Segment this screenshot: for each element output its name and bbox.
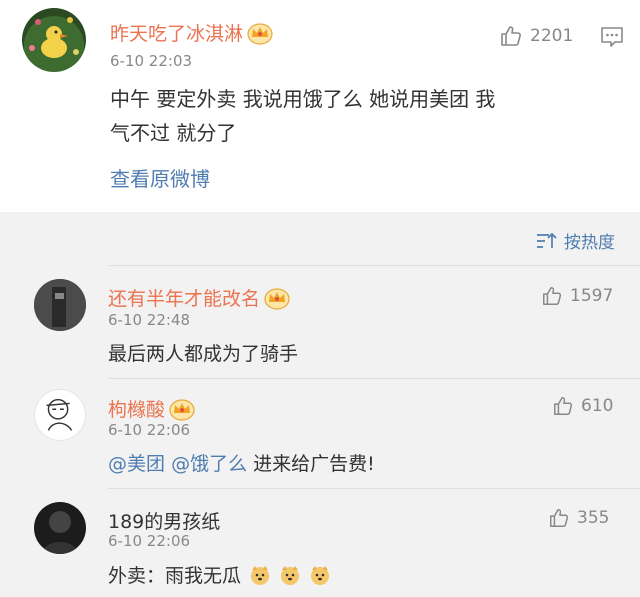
like-button[interactable]: 355 (548, 507, 609, 529)
like-count: 610 (581, 396, 614, 416)
crown-icon (247, 22, 273, 45)
thumbs-up-icon (554, 397, 573, 415)
reply-username[interactable]: 189的男孩纸 (108, 507, 220, 534)
like-count: 1597 (570, 286, 614, 306)
thumbs-up-icon (550, 509, 569, 527)
reply-username[interactable]: 枸橼酸 (108, 395, 195, 422)
avatar-photo-icon (42, 511, 78, 554)
duck-avatar-icon (29, 17, 79, 58)
sort-icon (537, 232, 557, 248)
doge-emoji-icon (251, 566, 270, 585)
sort-by-hot-button[interactable]: 按热度 (535, 228, 615, 253)
reply-text: 最后两人都成为了骑手 (108, 343, 299, 365)
reply-text: 外卖：雨我无瓜 (108, 559, 331, 593)
avatar[interactable] (22, 8, 86, 72)
thumbs-up-icon (501, 26, 521, 46)
comment-time: 6-10 22:03 (110, 52, 193, 70)
crown-icon (169, 398, 195, 421)
replies-section: 按热度 (0, 212, 640, 597)
crown-icon (264, 287, 290, 310)
reply-time: 6-10 22:48 (108, 311, 191, 329)
main-comment-card: 昨天吃了冰淇淋 6-10 22:03 2201 中午 要定外卖 我说用饿了么 她… (0, 0, 640, 212)
avatar[interactable] (34, 389, 86, 441)
reply-time: 6-10 22:06 (108, 421, 191, 439)
divider (108, 488, 640, 489)
divider (108, 378, 640, 379)
doge-emoji-icon (311, 566, 330, 585)
like-count: 355 (577, 508, 610, 528)
avatar[interactable] (34, 502, 86, 554)
divider (108, 265, 640, 266)
thumbs-up-icon (543, 287, 562, 305)
like-button[interactable]: 2201 (499, 24, 573, 48)
reply-text: @美团 @饿了么 进来给广告费! (108, 447, 375, 481)
doge-emoji-icon (281, 566, 300, 585)
sort-label: 按热度 (564, 233, 615, 253)
reply-time: 6-10 22:06 (108, 532, 191, 550)
like-button[interactable]: 610 (552, 395, 613, 417)
comment-text: 中午 要定外卖 我说用饿了么 她说用美团 我气不过 就分了 (110, 87, 496, 145)
username-text[interactable]: 昨天吃了冰淇淋 (110, 19, 243, 46)
reply-text-rest: 进来给广告费! (247, 453, 375, 475)
mention-link[interactable]: @美团 (108, 453, 165, 475)
username-text[interactable]: 还有半年才能改名 (108, 284, 260, 311)
username-text[interactable]: 189的男孩纸 (108, 507, 220, 534)
comment-icon[interactable] (599, 25, 625, 49)
like-count: 2201 (530, 26, 574, 46)
reply-username[interactable]: 还有半年才能改名 (108, 284, 290, 311)
avatar-photo-icon (34, 279, 86, 331)
reply-text-main: 外卖：雨我无瓜 (108, 565, 242, 587)
main-username[interactable]: 昨天吃了冰淇淋 (110, 19, 273, 46)
like-button[interactable]: 1597 (541, 285, 613, 307)
mention-link[interactable]: @饿了么 (171, 453, 247, 475)
view-original-link[interactable]: 查看原微博 (110, 162, 210, 196)
avatar[interactable] (34, 279, 86, 331)
sketch-avatar-icon (46, 398, 73, 431)
username-text[interactable]: 枸橼酸 (108, 395, 165, 422)
